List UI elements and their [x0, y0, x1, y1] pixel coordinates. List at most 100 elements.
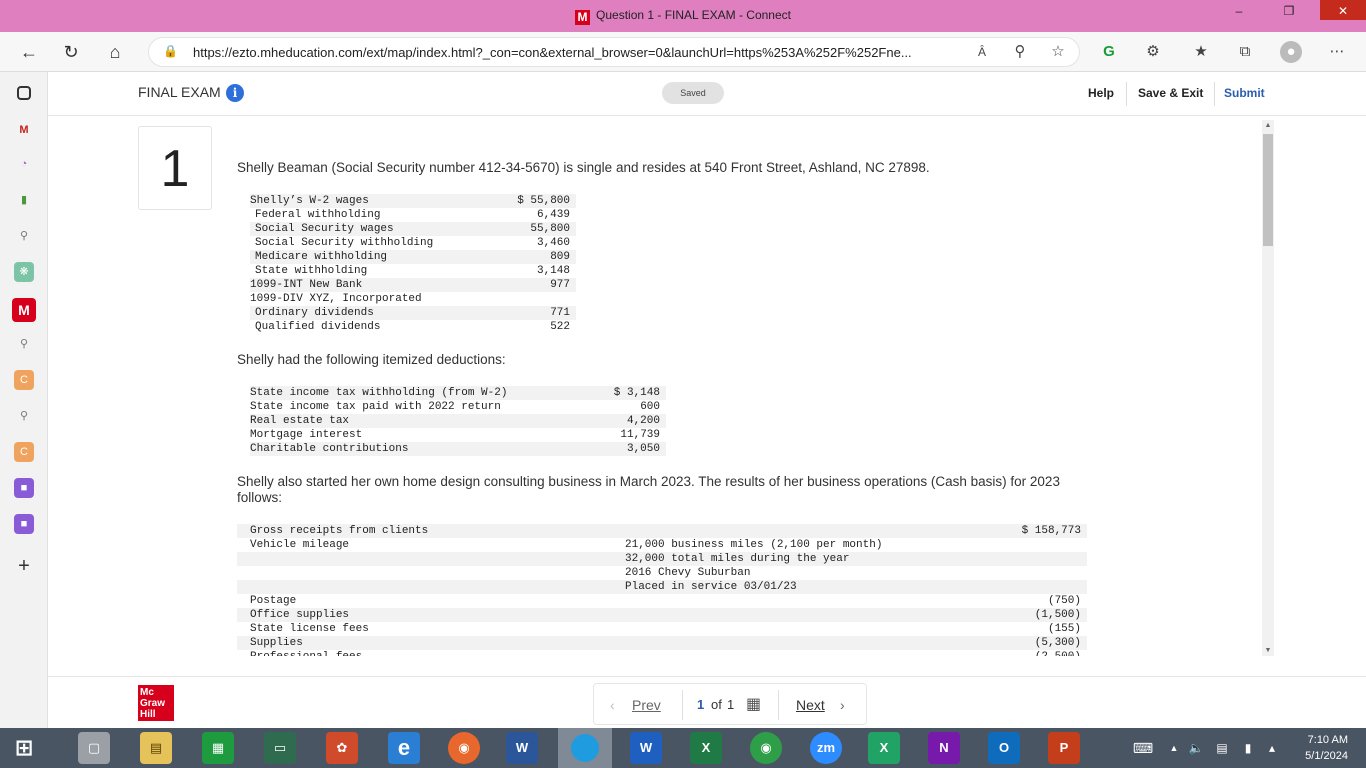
tablet-app-icon[interactable]: ▭	[264, 732, 296, 764]
next-chevron-icon[interactable]: ›	[840, 697, 845, 713]
back-arrow-icon[interactable]: ←	[16, 40, 42, 66]
content-scrollbar[interactable]: ▲ ▼	[1262, 120, 1274, 656]
read-aloud-icon[interactable]: Ȃ	[971, 41, 993, 63]
powerpoint-icon[interactable]: P	[1048, 732, 1080, 764]
connect-logo-icon: M	[575, 10, 591, 25]
business-value	[965, 552, 1087, 566]
itemized-value: $ 3,148	[608, 386, 666, 400]
search-icon[interactable]: ⚲	[14, 406, 34, 426]
volume-icon[interactable]: 🔈	[1186, 732, 1206, 764]
save-exit-link[interactable]: Save & Exit	[1138, 86, 1203, 100]
zoom-icon[interactable]: ⚲	[1009, 41, 1031, 63]
word-icon[interactable]: W	[630, 732, 662, 764]
home-icon[interactable]: ⌂	[102, 40, 128, 66]
business-detail	[625, 524, 965, 538]
w2-value: 977	[510, 278, 576, 292]
app-c-icon[interactable]: C	[14, 370, 34, 390]
mcgraw-connect-icon[interactable]: M	[12, 298, 36, 322]
windows-start-icon[interactable]: ⊞	[8, 732, 40, 764]
business-value	[965, 538, 1087, 552]
table-row: 1099-INT New Bank 977	[250, 278, 576, 292]
tray-chevron-icon[interactable]: ▲	[1166, 732, 1182, 764]
browser-toolbar: ← ↻ ⌂ 🔒 https://ezto.mheducation.com/ext…	[0, 32, 1366, 72]
close-button[interactable]: ✕	[1320, 0, 1366, 20]
table-row: State withholding 3,148	[250, 264, 576, 278]
excel-icon[interactable]: X	[868, 732, 900, 764]
app-c-icon[interactable]: C	[14, 442, 34, 462]
grid-view-icon[interactable]: ▦	[746, 694, 761, 714]
table-row: State income tax withholding (from W-2) $…	[250, 386, 666, 400]
search-icon[interactable]: ⚲	[14, 334, 34, 354]
w2-value: 809	[510, 250, 576, 264]
itemized-label: Real estate tax	[250, 414, 608, 428]
restore-button[interactable]: ❐	[1274, 0, 1304, 24]
app-circle-icon[interactable]: ◔	[14, 154, 34, 174]
more-menu-icon[interactable]: ⋯	[1326, 41, 1348, 63]
network-icon[interactable]: ▤	[1212, 732, 1232, 764]
zoom-app-icon[interactable]: zm	[810, 732, 842, 764]
w2-label: Shelly’s W-2 wages	[250, 194, 510, 208]
add-sidebar-icon[interactable]: +	[14, 556, 34, 576]
gmail-icon[interactable]: M	[14, 120, 34, 140]
itemized-value: 3,050	[608, 442, 666, 456]
app-colorful-icon[interactable]: ✿	[326, 732, 358, 764]
chart-app-icon[interactable]: ▮	[14, 190, 34, 210]
collections-icon[interactable]: ⧉	[1234, 41, 1256, 63]
internet-explorer-icon[interactable]: e	[388, 732, 420, 764]
itemized-value: 11,739	[608, 428, 666, 442]
itemized-label: State income tax paid with 2022 return	[250, 400, 608, 414]
onenote-icon[interactable]: N	[928, 732, 960, 764]
firefox-icon[interactable]: ◉	[448, 732, 480, 764]
header-divider	[1126, 82, 1127, 106]
prev-button[interactable]: Prev	[632, 697, 661, 713]
grammarly-icon[interactable]: G	[1098, 41, 1120, 63]
scroll-down-icon[interactable]: ▼	[1262, 647, 1274, 654]
scroll-up-icon[interactable]: ▲	[1262, 122, 1274, 129]
info-icon[interactable]: i	[226, 84, 244, 102]
refresh-icon[interactable]: ↻	[58, 40, 84, 66]
app-tile-icon[interactable]: ▢	[78, 732, 110, 764]
file-explorer-icon[interactable]: ▤	[140, 732, 172, 764]
business-detail: 32,000 total miles during the year	[625, 552, 965, 566]
table-row: 2016 Chevy Suburban	[237, 566, 1087, 580]
business-intro: Shelly also started her own home design …	[237, 474, 1060, 505]
pager-divider	[682, 690, 683, 720]
submit-link[interactable]: Submit	[1224, 86, 1265, 100]
next-button[interactable]: Next	[796, 697, 825, 713]
business-value: $ 158,773	[965, 524, 1087, 538]
scroll-thumb[interactable]	[1263, 134, 1273, 246]
business-label	[237, 580, 625, 594]
window-title: M Question 1 - FINAL EXAM - Connect	[0, 8, 1366, 25]
system-clock[interactable]: 7:10 AM 5/1/2024	[1305, 732, 1348, 764]
chrome-icon[interactable]: ◉	[750, 732, 782, 764]
address-bar[interactable]: 🔒 https://ezto.mheducation.com/ext/map/i…	[148, 37, 1080, 67]
purple-app-icon[interactable]: ■	[14, 514, 34, 534]
header-divider	[1214, 82, 1215, 106]
help-link[interactable]: Help	[1088, 86, 1114, 100]
outlook-icon[interactable]: O	[988, 732, 1020, 764]
favorites-icon[interactable]: ★	[1190, 41, 1212, 63]
search-icon[interactable]: ⚲	[14, 226, 34, 246]
openai-icon[interactable]: ❋	[14, 262, 34, 282]
prev-chevron-icon[interactable]: ‹	[610, 697, 615, 713]
store-icon[interactable]: ▦	[202, 732, 234, 764]
tab-actions-icon[interactable]	[17, 86, 31, 100]
question-intro: Shelly Beaman (Social Security number 41…	[237, 160, 930, 175]
profile-avatar-icon[interactable]: ●	[1280, 41, 1302, 63]
table-row: Professional fees (2,500)	[237, 650, 1087, 656]
business-label: Gross receipts from clients	[237, 524, 625, 538]
battery-icon[interactable]: ▮	[1238, 732, 1258, 764]
table-row: Postage (750)	[237, 594, 1087, 608]
excel-icon[interactable]: X	[690, 732, 722, 764]
business-value: (5,300)	[965, 636, 1087, 650]
word-icon[interactable]: W	[506, 732, 538, 764]
signal-icon[interactable]: ▴	[1262, 732, 1282, 764]
extensions-icon[interactable]: ⚙	[1142, 41, 1164, 63]
edge-icon[interactable]	[558, 728, 612, 768]
w2-value: 3,148	[510, 264, 576, 278]
favorite-star-icon[interactable]: ☆	[1047, 41, 1069, 63]
table-row: Mortgage interest 11,739	[250, 428, 666, 442]
keyboard-icon[interactable]: ⌨	[1126, 732, 1160, 764]
purple-app-icon[interactable]: ■	[14, 478, 34, 498]
minimize-button[interactable]: –	[1224, 0, 1254, 24]
